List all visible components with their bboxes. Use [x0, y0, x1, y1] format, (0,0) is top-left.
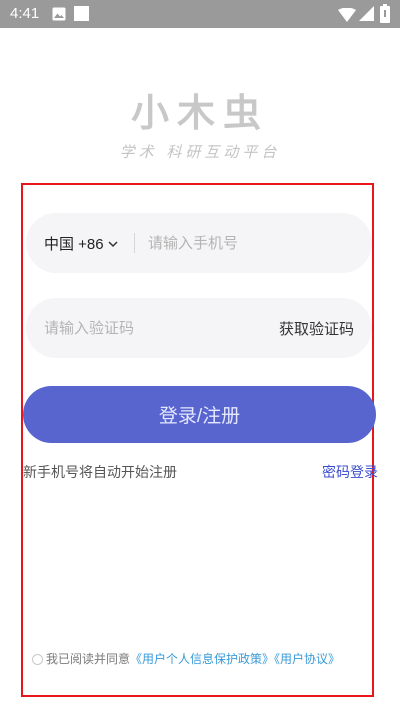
field-divider: [134, 233, 135, 253]
status-bar: 4:41: [0, 0, 400, 28]
square-icon: [74, 6, 89, 25]
agreement-prefix: 我已阅读并同意: [46, 652, 131, 666]
phone-input[interactable]: [148, 213, 358, 273]
verification-code-input[interactable]: [44, 298, 244, 358]
password-login-link[interactable]: 密码登录: [322, 462, 378, 482]
logo: 小木虫 学术 科研互动平台: [0, 82, 400, 162]
wifi-icon: [338, 7, 356, 26]
status-time: 4:41: [10, 5, 40, 22]
phone-field-container: 中国 +86: [26, 213, 372, 273]
chevron-down-icon: [108, 235, 118, 252]
user-agreement-link[interactable]: 《用户协议》: [274, 652, 340, 666]
privacy-policy-link[interactable]: 《用户个人信息保护政策》: [130, 652, 274, 666]
battery-icon: [380, 4, 390, 27]
agreement-radio[interactable]: [32, 654, 43, 665]
agreement-row: 我已阅读并同意《用户个人信息保护政策》《用户协议》: [32, 650, 362, 669]
login-register-button[interactable]: 登录/注册: [23, 386, 376, 443]
auto-register-hint: 新手机号将自动开始注册: [23, 464, 177, 480]
logo-slogan: 学术 科研互动平台: [119, 143, 281, 161]
code-field-container: 获取验证码: [26, 298, 372, 358]
signal-icon: [359, 6, 374, 25]
country-code-selector[interactable]: 中国 +86: [44, 233, 118, 254]
image-icon: [52, 6, 66, 25]
logo-text: 小木虫: [130, 90, 269, 135]
country-code-label: 中国 +86: [44, 236, 104, 253]
get-code-button[interactable]: 获取验证码: [279, 318, 354, 339]
